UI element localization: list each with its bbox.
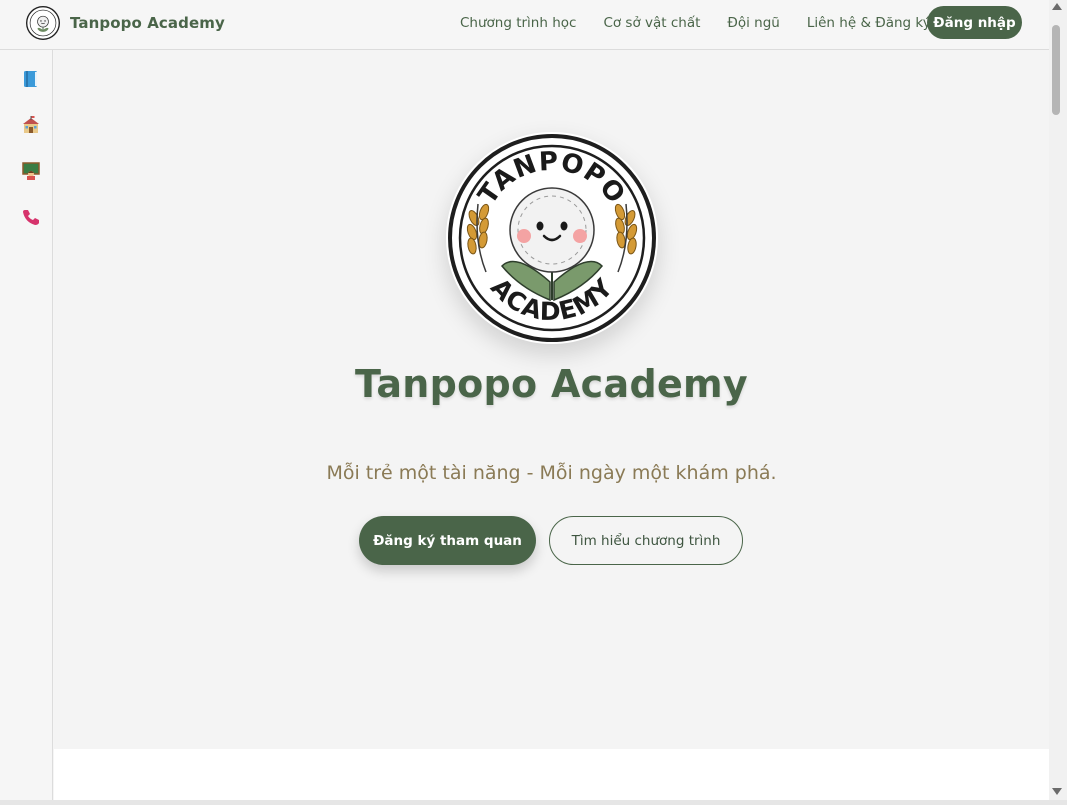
hero-tagline: Mỗi trẻ một tài năng - Mỗi ngày một khám… (326, 462, 777, 484)
sidebar-item-book[interactable] (20, 68, 42, 90)
nav-link-programs[interactable]: Chương trình học (460, 15, 576, 31)
scroll-down-icon[interactable] (1052, 788, 1062, 795)
scroll-up-icon[interactable] (1052, 3, 1062, 10)
scroll-thumb[interactable] (1052, 25, 1060, 115)
teacher-icon (22, 162, 40, 180)
main-nav: Chương trình học Cơ sở vật chất Đội ngũ … (460, 0, 958, 46)
brand-name: Tanpopo Academy (70, 14, 225, 32)
nav-link-facilities[interactable]: Cơ sở vật chất (603, 15, 700, 31)
phone-icon (23, 210, 39, 225)
login-button[interactable]: Đăng nhập (927, 6, 1022, 39)
sidebar-item-team[interactable] (20, 160, 42, 182)
nav-link-team[interactable]: Đội ngũ (727, 15, 779, 31)
sidebar-item-school[interactable] (20, 114, 42, 136)
book-icon (24, 71, 37, 87)
top-header: Tanpopo Academy Chương trình học Cơ sở v… (0, 0, 1049, 50)
nav-link-contact[interactable]: Liên hệ & Đăng ký (807, 15, 931, 31)
next-section (54, 749, 1049, 800)
tanpopo-logo-icon: TANPOPO ACADEMY (448, 134, 656, 342)
register-visit-button[interactable]: Đăng ký tham quan (359, 516, 536, 565)
hero-logo: TANPOPO ACADEMY (446, 132, 658, 344)
sidebar-rail (0, 50, 53, 800)
bottom-edge (0, 800, 1067, 805)
hero-section: TANPOPO ACADEMY Tanpopo Academy Mỗi trẻ … (54, 50, 1049, 749)
sidebar-item-contact[interactable] (20, 206, 42, 228)
brand[interactable]: Tanpopo Academy (26, 6, 225, 40)
school-icon (23, 116, 39, 133)
hero-title: Tanpopo Academy (355, 362, 748, 406)
explore-programs-button[interactable]: Tìm hiểu chương trình (549, 516, 743, 565)
vertical-scrollbar[interactable] (1049, 0, 1067, 800)
brand-logo-icon (26, 6, 60, 40)
